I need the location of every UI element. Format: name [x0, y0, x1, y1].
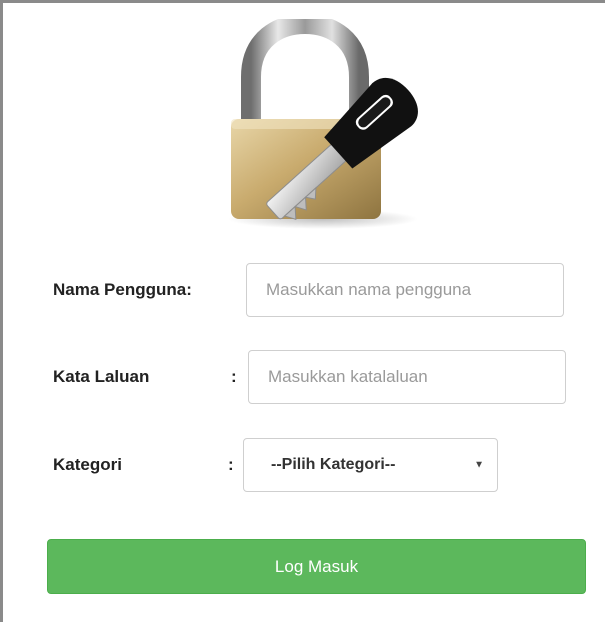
- category-label: Kategori: [53, 455, 122, 474]
- password-colon-wrap: :: [231, 350, 237, 404]
- username-label: Nama Pengguna:: [53, 280, 192, 299]
- password-row: Kata Laluan: [53, 350, 149, 404]
- category-colon-wrap: :: [228, 438, 234, 492]
- category-row: Kategori: [53, 438, 122, 492]
- category-selected-value: --Pilih Kategori--: [271, 456, 396, 473]
- login-button[interactable]: Log Masuk: [47, 539, 586, 594]
- username-placeholder: Masukkan nama pengguna: [266, 280, 472, 299]
- password-label: Kata Laluan: [53, 367, 150, 386]
- password-colon: :: [231, 367, 237, 386]
- category-colon: :: [228, 455, 234, 474]
- login-button-label: Log Masuk: [274, 556, 359, 576]
- password-placeholder: Masukkan katalaluan: [268, 367, 428, 386]
- password-input[interactable]: Masukkan katalaluan: [248, 350, 566, 404]
- login-panel: Nama Pengguna: Masukkan nama pengguna Ka…: [0, 0, 605, 622]
- padlock-key-icon: [213, 19, 443, 234]
- username-input[interactable]: Masukkan nama pengguna: [246, 263, 564, 317]
- username-row: Nama Pengguna:: [53, 263, 192, 317]
- caret-down-icon: ▼: [474, 459, 484, 471]
- category-select[interactable]: --Pilih Kategori-- ▼: [243, 438, 498, 492]
